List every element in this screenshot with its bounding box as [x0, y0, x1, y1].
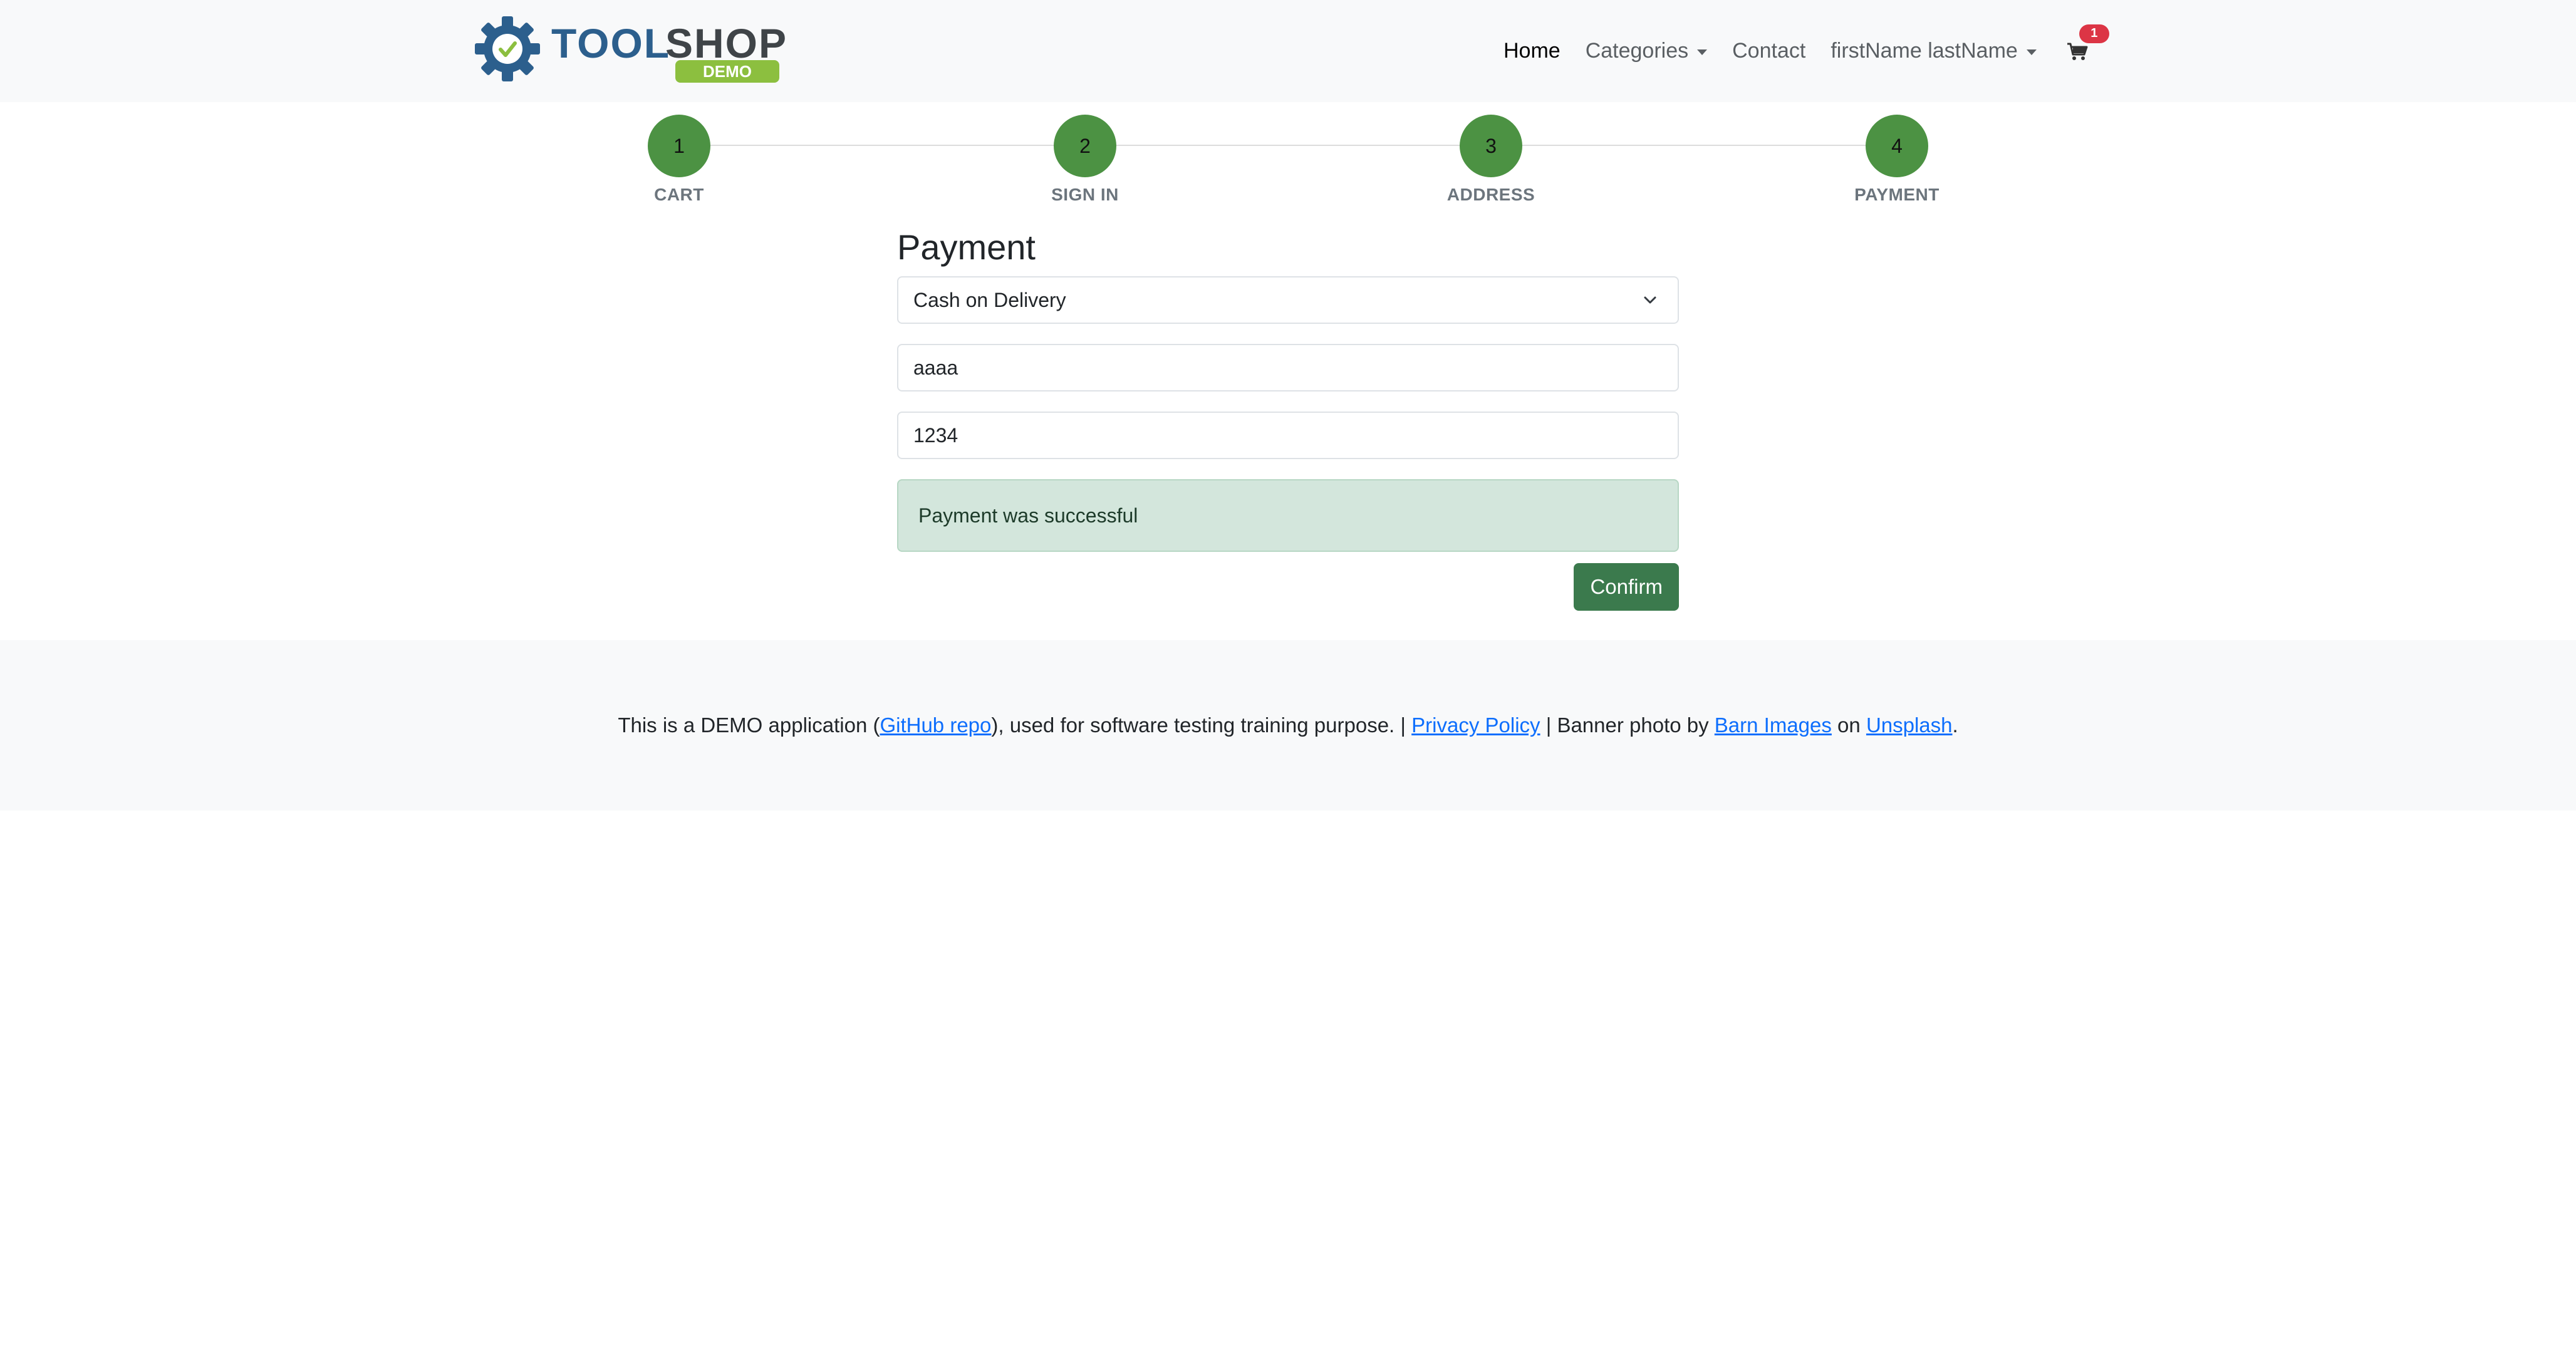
payment-method-select[interactable]: Cash on Delivery	[897, 276, 1679, 324]
nav-cart[interactable]: 1	[2062, 24, 2109, 67]
nav-contact[interactable]: Contact	[1732, 39, 1805, 63]
step-label: SIGN IN	[1051, 185, 1119, 204]
chevron-down-icon	[1644, 296, 1656, 304]
step-label: CART	[654, 185, 704, 204]
cart-icon	[2067, 43, 2088, 60]
cart-icon-wrap: 1	[2062, 24, 2109, 67]
toolshop-logo-icon: TOOL SHOP DEMO	[475, 16, 787, 83]
barn-images-link[interactable]: Barn Images	[1715, 713, 1832, 737]
payment-method-value: Cash on Delivery	[913, 288, 1066, 311]
step-label: PAYMENT	[1854, 185, 1940, 204]
step-cart: 1 CART	[616, 115, 742, 205]
svg-text:SHOP: SHOP	[665, 20, 787, 66]
button-row: Confirm	[897, 563, 1679, 611]
footer-text: This is a DEMO application (GitHub repo)…	[618, 713, 1958, 737]
stepper-line	[679, 145, 1887, 146]
unsplash-link[interactable]: Unsplash	[1866, 713, 1953, 737]
privacy-policy-link[interactable]: Privacy Policy	[1411, 713, 1540, 737]
step-sign-in: 2 SIGN IN	[1022, 115, 1148, 205]
payment-field-2[interactable]	[897, 412, 1679, 459]
nav-user-dropdown[interactable]: firstName lastName	[1831, 39, 2037, 63]
nav-home[interactable]: Home	[1504, 39, 1561, 63]
payment-success-alert: Payment was successful	[897, 479, 1679, 552]
footer: This is a DEMO application (GitHub repo)…	[0, 640, 2576, 811]
step-label: ADDRESS	[1446, 185, 1535, 204]
step-payment: 4 PAYMENT	[1834, 115, 1960, 205]
payment-title: Payment	[897, 227, 1036, 267]
step-address: 3 ADDRESS	[1428, 115, 1554, 205]
github-repo-link[interactable]: GitHub repo	[880, 713, 991, 737]
svg-text:TOOL: TOOL	[551, 20, 670, 66]
step-number: 3	[1460, 115, 1522, 177]
step-number: 4	[1866, 115, 1928, 177]
caret-down-icon	[1697, 49, 1708, 55]
footer-text-part: ), used for software testing training pu…	[991, 713, 1412, 737]
checkout-stepper: 1 CART 2 SIGN IN 3 ADDRESS 4 PAYMENT	[648, 115, 1939, 215]
step-number: 1	[648, 115, 710, 177]
footer-text-part: .	[1952, 713, 1958, 737]
nav-menu: Home Categories Contact firstName lastNa…	[1504, 0, 2109, 102]
navbar: TOOL SHOP DEMO Home Categories Contact f…	[0, 0, 2576, 102]
confirm-button[interactable]: Confirm	[1574, 563, 1679, 611]
nav-categories-dropdown[interactable]: Categories	[1585, 39, 1708, 63]
nav-categories-label: Categories	[1585, 39, 1689, 63]
payment-field-1[interactable]	[897, 344, 1679, 391]
nav-user-label: firstName lastName	[1831, 39, 2018, 63]
step-number: 2	[1054, 115, 1116, 177]
payment-section: Payment Cash on Delivery Payment was suc…	[897, 222, 1679, 611]
footer-text-part: on	[1831, 713, 1866, 737]
cart-count-badge: 1	[2079, 24, 2109, 43]
caret-down-icon	[2026, 49, 2037, 55]
brand-logo[interactable]: TOOL SHOP DEMO	[474, 14, 787, 88]
footer-text-part: This is a DEMO application (	[618, 713, 880, 737]
footer-text-part: | Banner photo by	[1540, 713, 1715, 737]
logo-badge: DEMO	[703, 62, 752, 81]
